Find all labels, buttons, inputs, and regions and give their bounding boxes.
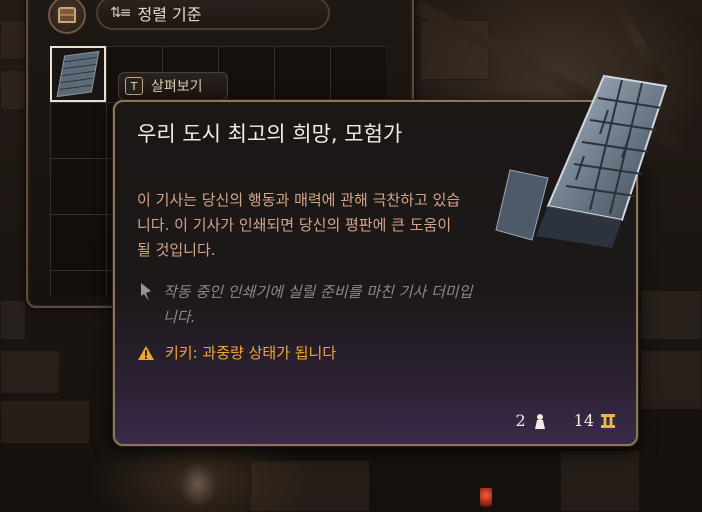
chest-icon: [58, 7, 76, 23]
sort-button[interactable]: ⇅≡ 정렬 기준: [96, 0, 330, 30]
item-stats: 2 14: [515, 411, 616, 430]
inspect-button[interactable]: T 살펴보기: [118, 72, 228, 100]
overweight-warning: 키키: 과중량 상태가 됩니다: [137, 342, 336, 363]
printing-plate-thumbnail: [56, 50, 100, 98]
sort-label: 정렬 기준: [137, 5, 202, 24]
inspect-label: 살펴보기: [151, 79, 203, 95]
inventory-header: ⇅≡ 정렬 기준: [48, 0, 330, 34]
inventory-slot-selected[interactable]: [50, 46, 106, 102]
gold-icon: [601, 413, 615, 428]
item-description: 이 기사는 당신의 행동과 매력에 관해 극찬하고 있습니다. 이 기사가 인쇄…: [137, 191, 461, 259]
weight-icon: [534, 413, 545, 429]
printing-plate-icon: [495, 74, 668, 248]
lamp: [480, 488, 492, 512]
item-title: 우리 도시 최고의 희망, 모험가: [137, 122, 403, 146]
key-hint: T: [125, 77, 143, 95]
quill-icon: [141, 283, 151, 301]
character-figure: [168, 450, 228, 512]
item-flavor-text: 작동 중인 인쇄기에 실릴 준비를 마친 기사 더미입니다.: [163, 283, 473, 326]
warning-text: 키키: 과중량 상태가 됩니다: [165, 344, 337, 362]
weight-value: 2: [515, 411, 526, 430]
chest-button[interactable]: [48, 0, 86, 34]
warning-icon: [138, 345, 154, 360]
gold-value: 14: [573, 411, 594, 430]
sort-icon: ⇅≡: [110, 5, 132, 21]
